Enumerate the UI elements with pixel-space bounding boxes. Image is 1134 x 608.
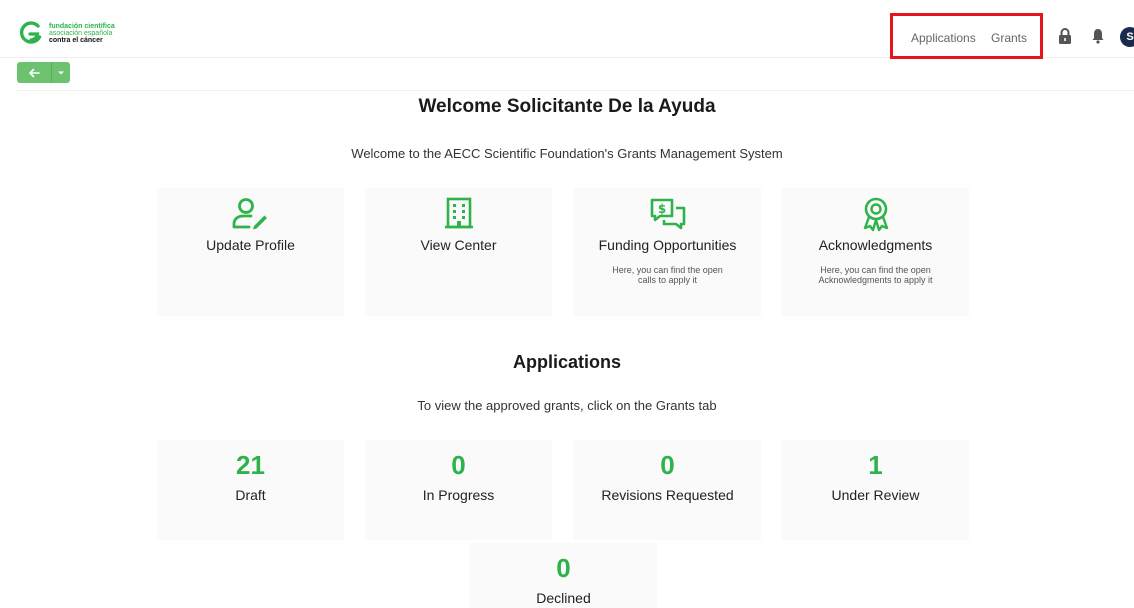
top-bar: fundación científica asociación española… [0, 13, 1134, 59]
bell-icon[interactable] [1091, 28, 1105, 44]
card-title: Funding Opportunities [598, 237, 737, 253]
card-title: Update Profile [206, 237, 295, 253]
card-view-center[interactable]: View Center [365, 188, 552, 316]
logo-line-3: contra el cáncer [49, 36, 103, 44]
card-funding-opportunities[interactable]: $ Funding Opportunities Here, you can fi… [574, 188, 761, 316]
applications-subtitle: To view the approved grants, click on th… [417, 398, 717, 413]
divider [17, 90, 1134, 91]
welcome-subtitle: Welcome to the AECC Scientific Foundatio… [351, 146, 783, 161]
arrow-left-icon [29, 68, 40, 77]
logo[interactable]: fundación científica asociación española… [18, 20, 115, 46]
applications-title: Applications [512, 352, 621, 372]
back-button[interactable] [17, 62, 51, 83]
money-chat-icon: $ [650, 198, 685, 230]
stat-value: 0 [660, 450, 675, 480]
stat-under-review[interactable]: 1 Under Review [782, 440, 969, 540]
logo-line-1: fundación científica [49, 22, 115, 30]
welcome-title: Welcome Solicitante De la Ayuda [418, 96, 716, 117]
card-title: Acknowledgments [818, 237, 933, 253]
stat-value: 1 [868, 450, 883, 480]
caret-down-icon [58, 71, 64, 74]
stat-declined[interactable]: 0 Declined [470, 543, 657, 608]
logo-icon [19, 21, 42, 44]
stat-draft[interactable]: 21 Draft [157, 440, 344, 540]
card-description: Here, you can find the open calls to app… [612, 265, 723, 285]
svg-text:$: $ [657, 202, 665, 216]
award-icon [863, 197, 888, 232]
stat-revisions-requested[interactable]: 0 Revisions Requested [574, 440, 761, 540]
logo-line-2: asociación española [49, 29, 113, 37]
user-edit-icon [232, 198, 267, 230]
card-update-profile[interactable]: Update Profile [157, 188, 344, 316]
lock-icon[interactable] [1058, 27, 1072, 45]
stat-label: Draft [235, 487, 266, 503]
card-acknowledgments[interactable]: Acknowledgments Here, you can find the o… [782, 188, 969, 316]
nav-applications[interactable]: Applications [911, 31, 976, 45]
back-dropdown-toggle[interactable] [51, 62, 70, 83]
stat-value: 0 [451, 450, 466, 480]
stat-value: 21 [236, 450, 265, 480]
back-button-group [17, 62, 70, 83]
stat-label: Declined [536, 590, 591, 606]
stat-label: Revisions Requested [601, 487, 734, 503]
user-avatar[interactable]: S [1120, 27, 1134, 47]
building-icon [444, 197, 473, 229]
logo-text: fundación científica asociación española… [49, 23, 115, 44]
card-description: Here, you can find the open Acknowledgme… [818, 265, 933, 285]
stat-label: In Progress [422, 487, 495, 503]
nav-grants[interactable]: Grants [991, 31, 1027, 45]
stat-value: 0 [556, 553, 571, 583]
top-nav: Applications Grants [890, 13, 1043, 59]
stat-in-progress[interactable]: 0 In Progress [365, 440, 552, 540]
card-title: View Center [420, 237, 497, 253]
stat-label: Under Review [831, 487, 920, 503]
